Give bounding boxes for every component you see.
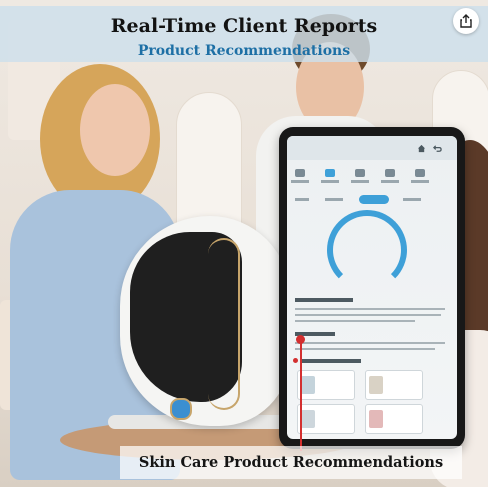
section-heading — [295, 298, 353, 302]
text-line — [295, 348, 435, 350]
nav-label — [321, 180, 339, 183]
device-power-knob — [170, 398, 192, 420]
product-card — [297, 370, 355, 400]
banner-title: Real-Time Client Reports — [110, 15, 378, 37]
tab-active — [359, 195, 389, 204]
section-heading — [301, 359, 361, 363]
nav-icon — [385, 169, 395, 177]
text-line — [295, 308, 445, 310]
back-icon — [433, 145, 442, 152]
nav-icon — [415, 169, 425, 177]
product-image — [301, 410, 315, 428]
nav-icon — [355, 169, 365, 177]
banner-subtitle: Product Recommendations — [137, 43, 351, 59]
caption-bar: Skin Care Product Recommendations — [120, 446, 462, 479]
tab — [403, 198, 421, 201]
screen-tabs — [291, 194, 453, 206]
nav-label — [411, 180, 429, 183]
device-gold-trim — [208, 238, 240, 410]
nav-icon — [295, 169, 305, 177]
share-button[interactable] — [453, 8, 479, 34]
tab — [295, 198, 309, 201]
header-banner: Real-Time Client Reports Product Recomme… — [0, 6, 488, 62]
share-icon — [460, 14, 472, 28]
text-line — [295, 342, 445, 344]
caption-text: Skin Care Product Recommendations — [138, 454, 444, 471]
product-card — [365, 370, 423, 400]
home-icon — [417, 144, 426, 153]
arched-mirror — [176, 92, 242, 234]
score-gauge — [327, 210, 407, 290]
nav-label — [381, 180, 399, 183]
tablet-screen — [287, 136, 457, 439]
tablet — [279, 127, 465, 449]
product-card — [297, 404, 355, 434]
text-line — [295, 314, 441, 316]
pointer-line — [300, 339, 302, 451]
product-image — [369, 410, 383, 428]
screen-nav — [291, 166, 453, 188]
nav-icon — [325, 169, 335, 177]
recommended-marker — [293, 358, 298, 363]
tab — [325, 198, 343, 201]
woman-face — [80, 84, 150, 176]
pointer-dot — [296, 335, 305, 344]
product-photo — [0, 0, 488, 487]
nav-label — [351, 180, 369, 183]
product-image — [301, 376, 315, 394]
product-image — [369, 376, 383, 394]
screen-header — [287, 136, 457, 160]
nav-label — [291, 180, 309, 183]
product-card — [365, 404, 423, 434]
text-line — [295, 320, 415, 322]
